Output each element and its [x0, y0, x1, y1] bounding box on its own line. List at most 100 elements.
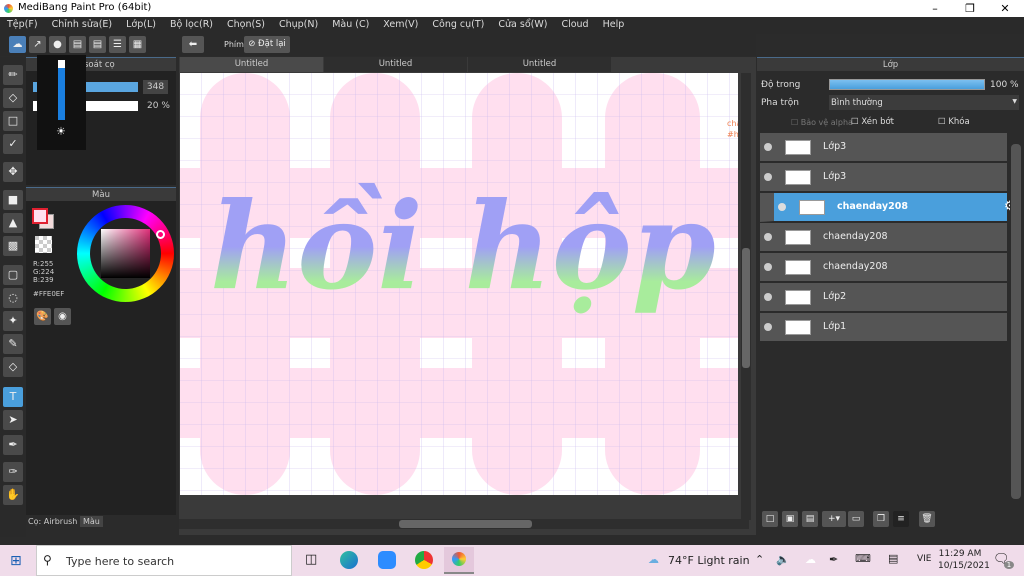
layers-scrollbar[interactable] — [1010, 134, 1022, 509]
drawing-canvas[interactable]: hồi hộp cha #h — [180, 73, 738, 495]
tab-brush[interactable]: Cọ: Airbrush — [28, 517, 77, 526]
doc-tab-1[interactable]: Untitled — [180, 57, 323, 72]
pen-icon[interactable]: ✒ — [829, 553, 838, 566]
doc-tab-3[interactable]: Untitled — [468, 57, 611, 72]
page-icon[interactable]: ▤ — [89, 36, 106, 53]
share-icon[interactable]: ↗ — [29, 36, 46, 53]
move-tool-icon[interactable]: ✥ — [3, 162, 23, 182]
primary-color-swatch[interactable] — [32, 208, 48, 224]
medibang-taskbar-icon[interactable] — [444, 547, 474, 574]
windows-start-icon[interactable]: ⊞ — [10, 553, 22, 569]
size-popup-slider[interactable] — [58, 60, 65, 120]
grid-icon[interactable]: ▦ — [129, 36, 146, 53]
menu-view[interactable]: Xem(V) — [376, 17, 425, 34]
new-layer-icon[interactable]: □ — [762, 511, 778, 527]
brush-tool-icon[interactable]: ✏ — [3, 65, 23, 85]
lasso-tool-icon[interactable]: ◌ — [3, 288, 23, 308]
new-1bit-layer-icon[interactable]: ▤ — [802, 511, 818, 527]
menu-file[interactable]: Tệp(F) — [0, 17, 45, 34]
page-list-icon[interactable]: ☰ — [109, 36, 126, 53]
menu-cloud[interactable]: Cloud — [554, 17, 595, 34]
cloud-save-icon[interactable]: ● — [49, 36, 66, 53]
close-button[interactable]: ✕ — [990, 0, 1020, 17]
reset-button[interactable]: ⊘ Đặt lại — [244, 36, 290, 53]
eraser-tool-icon[interactable]: ◇ — [3, 88, 23, 108]
pen-tool-icon[interactable]: ✒ — [3, 435, 23, 455]
clock[interactable]: 11:29 AM 10/15/2021 — [938, 548, 990, 572]
visibility-toggle-icon[interactable] — [764, 323, 772, 331]
eyedropper-tool-icon[interactable]: ✑ — [3, 462, 23, 482]
edge-icon[interactable] — [340, 551, 358, 569]
menu-color[interactable]: Màu (C) — [325, 17, 376, 34]
minimize-button[interactable]: – — [920, 0, 950, 17]
operation-tool-icon[interactable]: ➤ — [3, 410, 23, 430]
menu-tools[interactable]: Công cụ(T) — [425, 17, 491, 34]
doc-tab-2[interactable]: Untitled — [324, 57, 467, 72]
weather-text[interactable]: 74°F Light rain — [668, 554, 750, 567]
folder-icon[interactable]: ▭ — [848, 511, 864, 527]
layer-row[interactable]: Lớp1 — [760, 313, 1007, 342]
transparent-color-swatch[interactable] — [35, 236, 52, 253]
layer-row[interactable]: Lớp3 — [760, 163, 1007, 192]
layer-row[interactable]: Lớp2 — [760, 283, 1007, 312]
chevron-up-icon[interactable]: ⌃ — [755, 553, 764, 566]
visibility-toggle-icon[interactable] — [764, 263, 772, 271]
keyboard-icon[interactable]: ⌨ — [855, 552, 871, 565]
language-indicator[interactable]: VIE — [917, 554, 932, 564]
text-tool-icon[interactable]: T — [3, 387, 23, 407]
palette-settings-icon[interactable]: ◉ — [54, 308, 71, 325]
task-view-icon[interactable]: ◫ — [305, 552, 317, 567]
maximize-button[interactable]: ❐ — [955, 0, 985, 17]
menu-layer[interactable]: Lớp(L) — [119, 17, 163, 34]
hue-handle[interactable] — [156, 230, 165, 239]
vertical-scrollbar[interactable] — [741, 73, 751, 520]
clipping-checkbox[interactable]: ☐ Xén bớt — [851, 117, 894, 127]
visibility-toggle-icon[interactable] — [764, 143, 772, 151]
layer-row[interactable]: chaenday208 — [760, 253, 1007, 282]
tablet-icon[interactable]: ▤ — [888, 552, 898, 565]
save-icon[interactable]: ▤ — [69, 36, 86, 53]
saturation-square[interactable] — [101, 229, 150, 278]
delete-layer-icon[interactable]: 🗑 — [919, 511, 935, 527]
menu-edit[interactable]: Chỉnh sửa(E) — [45, 17, 120, 34]
visibility-toggle-icon[interactable] — [764, 293, 772, 301]
volume-icon[interactable]: 🔈 — [776, 553, 790, 566]
chrome-icon[interactable] — [415, 551, 433, 569]
menu-filter[interactable]: Bộ lọc(R) — [163, 17, 220, 34]
select-eraser-tool-icon[interactable]: ◇ — [3, 357, 23, 377]
select-pen-tool-icon[interactable]: ✎ — [3, 334, 23, 354]
tab-color[interactable]: Màu — [80, 516, 103, 527]
brush-size-value[interactable]: 348 — [143, 80, 168, 94]
visibility-toggle-icon[interactable] — [778, 203, 786, 211]
cloud-icon[interactable]: ☁ — [9, 36, 26, 53]
lock-checkbox[interactable]: ☐ Khóa — [938, 117, 970, 127]
add-layer-menu-icon[interactable]: +▾ — [822, 511, 846, 527]
line-tool-icon[interactable]: ✓ — [3, 134, 23, 154]
hue-wheel[interactable] — [77, 205, 174, 302]
duplicate-layer-icon[interactable]: ❐ — [873, 511, 889, 527]
horizontal-scrollbar[interactable] — [179, 519, 749, 529]
onedrive-icon[interactable]: ☁ — [805, 553, 816, 566]
menu-snap[interactable]: Chụp(N) — [272, 17, 325, 34]
undo-button[interactable]: ⬅ — [182, 36, 204, 53]
layer-row[interactable]: Lớp3 — [760, 133, 1007, 162]
zoom-icon[interactable] — [378, 551, 396, 569]
menu-select[interactable]: Chọn(S) — [220, 17, 272, 34]
new-halftone-layer-icon[interactable]: ▣ — [782, 511, 798, 527]
visibility-toggle-icon[interactable] — [764, 173, 772, 181]
palette-icon[interactable]: 🎨 — [34, 308, 51, 325]
hand-tool-icon[interactable]: ✋ — [3, 485, 23, 505]
layer-opacity-slider[interactable] — [829, 79, 985, 90]
rectangle-tool-icon[interactable]: □ — [3, 111, 23, 131]
layer-row[interactable]: chaenday208⚙ — [760, 193, 1016, 222]
magic-wand-tool-icon[interactable]: ✦ — [3, 311, 23, 331]
visibility-toggle-icon[interactable] — [764, 233, 772, 241]
menu-window[interactable]: Cửa sổ(W) — [491, 17, 554, 34]
search-box[interactable]: ⚲ Type here to search — [36, 545, 292, 576]
layer-row[interactable]: chaenday208 — [760, 223, 1007, 252]
menu-help[interactable]: Help — [596, 17, 632, 34]
fill-rect-tool-icon[interactable]: ■ — [3, 190, 23, 210]
bucket-tool-icon[interactable]: ▲ — [3, 213, 23, 233]
merge-layer-icon[interactable]: ≡ — [893, 511, 909, 527]
select-tool-icon[interactable]: ▢ — [3, 265, 23, 285]
